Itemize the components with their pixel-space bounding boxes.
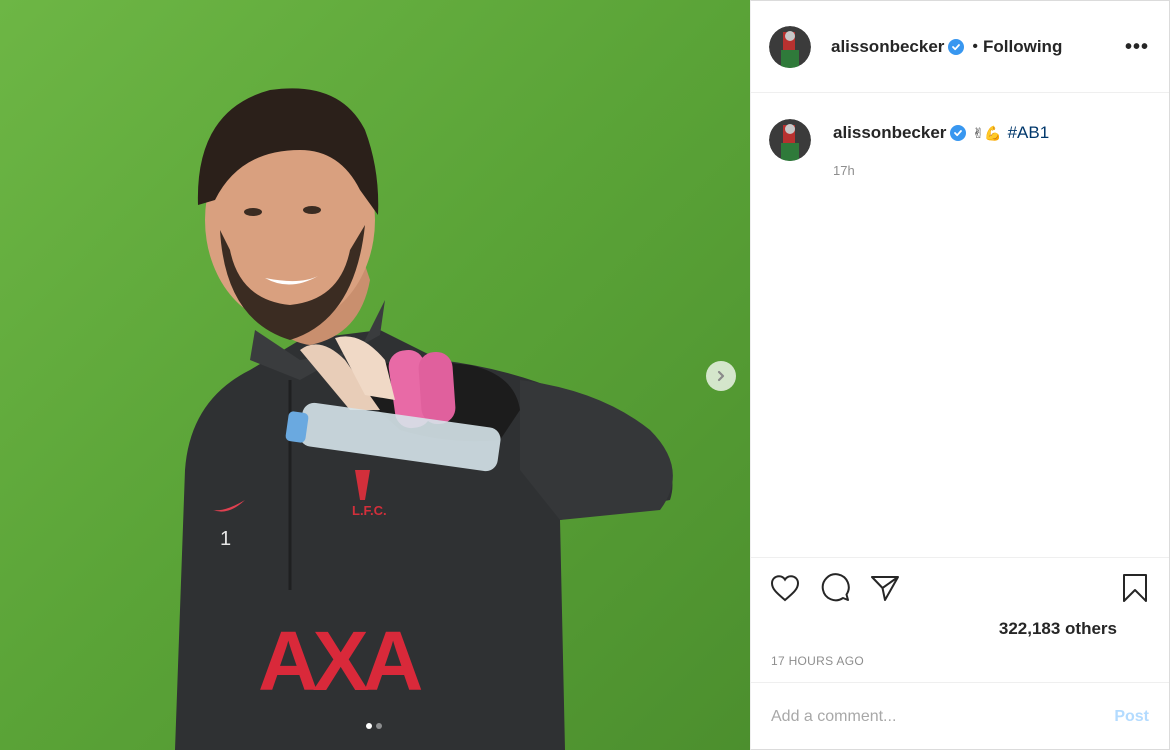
likes-count[interactable]: 322,183 others <box>999 619 1117 639</box>
heart-icon <box>770 575 800 602</box>
caption-hashtag[interactable]: #AB1 <box>1008 123 1050 143</box>
more-options-button[interactable]: ••• <box>1125 37 1149 57</box>
comment-input[interactable] <box>771 707 1115 726</box>
svg-text:1: 1 <box>220 528 231 550</box>
caption-time[interactable]: 17h <box>833 163 1049 178</box>
svg-text:L.F.C.: L.F.C. <box>352 503 387 518</box>
like-button[interactable] <box>769 572 801 604</box>
caption-avatar[interactable] <box>769 119 811 161</box>
add-comment-bar: Post <box>751 682 1169 750</box>
next-image-button[interactable] <box>706 361 736 391</box>
carousel-indicator <box>366 723 382 729</box>
carousel-dot <box>376 723 382 729</box>
separator-dot: • <box>972 37 979 55</box>
bookmark-icon <box>1123 574 1147 602</box>
chevron-right-icon <box>717 370 725 382</box>
comment-bubble-icon <box>821 573 850 602</box>
verified-badge-icon <box>950 125 967 141</box>
paper-plane-icon <box>871 576 899 601</box>
header-username[interactable]: alissonbecker <box>831 37 944 57</box>
avatar[interactable] <box>769 25 811 68</box>
post-photo: L.F.C. 1 AXA <box>0 0 750 750</box>
post-comment-button[interactable]: Post <box>1114 708 1149 726</box>
share-button[interactable] <box>869 572 901 604</box>
post-side-panel: alissonbecker • Following ••• alissonbec… <box>750 0 1170 750</box>
carousel-dot-active <box>366 723 372 729</box>
post-media[interactable]: L.F.C. 1 AXA <box>0 0 750 750</box>
caption-emoji: ✌💪 <box>972 124 1002 141</box>
save-button[interactable] <box>1119 572 1151 604</box>
verified-badge-icon <box>948 38 965 55</box>
post-timestamp[interactable]: 17 HOURS AGO <box>771 654 864 668</box>
post-header: alissonbecker • Following ••• <box>751 1 1169 93</box>
svg-text:AXA: AXA <box>258 614 422 708</box>
comment-button[interactable] <box>819 572 851 604</box>
post-actions: 322,183 others 17 HOURS AGO <box>751 557 1169 682</box>
caption-username[interactable]: alissonbecker <box>833 123 946 143</box>
caption: alissonbecker ✌💪 #AB1 17h <box>769 119 1049 178</box>
following-button[interactable]: Following <box>983 37 1062 57</box>
